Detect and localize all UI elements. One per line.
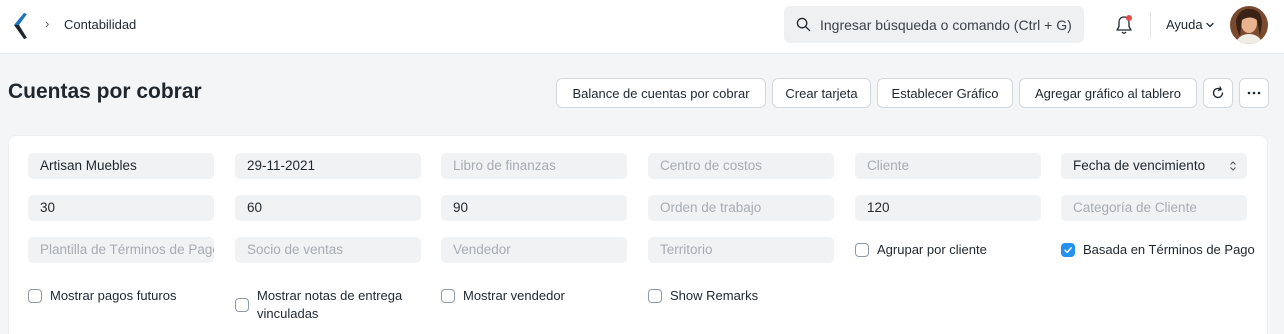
breadcrumb-contabilidad[interactable]: Contabilidad: [64, 17, 136, 32]
navbar-divider: [1150, 12, 1151, 38]
chevron-down-icon[interactable]: [1205, 20, 1215, 30]
more-options-button[interactable]: [1239, 78, 1269, 108]
balance-button[interactable]: Balance de cuentas por cobrar: [556, 78, 766, 108]
range3-filter[interactable]: 90: [441, 195, 627, 221]
search-placeholder: Ingresar búsqueda o comando (Ctrl + G): [820, 17, 1072, 33]
check-icon: [1064, 247, 1072, 254]
refresh-icon: [1212, 86, 1224, 99]
show-sales-person-checkbox[interactable]: [441, 289, 455, 303]
select-arrows-icon: [1230, 161, 1236, 171]
show-remarks-checkbox[interactable]: [648, 289, 662, 303]
ageing-based-on-value: Fecha de vencimiento: [1073, 158, 1206, 173]
ageing-based-on-select[interactable]: Fecha de vencimiento: [1061, 153, 1247, 179]
company-filter[interactable]: Artisan Muebles: [28, 153, 214, 179]
payment-terms-template-filter[interactable]: Plantilla de Términos de Pago: [28, 237, 214, 263]
report-date-filter[interactable]: 29-11-2021: [235, 153, 421, 179]
customer-group-filter[interactable]: Categoría de Cliente: [1061, 195, 1247, 221]
based-on-payment-terms-checkbox[interactable]: [1061, 243, 1075, 257]
finance-book-filter[interactable]: Libro de finanzas: [441, 153, 627, 179]
work-order-filter[interactable]: Orden de trabajo: [648, 195, 834, 221]
group-by-customer-label: Agrupar por cliente: [877, 242, 987, 257]
help-menu[interactable]: Ayuda: [1166, 17, 1203, 32]
navbar: › Contabilidad Ingresar búsqueda o coman…: [0, 0, 1284, 54]
group-by-customer-checkbox[interactable]: [855, 243, 869, 257]
range2-filter[interactable]: 60: [235, 195, 421, 221]
add-chart-button[interactable]: Agregar gráfico al tablero: [1019, 78, 1197, 108]
show-future-payments-checkbox[interactable]: [28, 289, 42, 303]
set-chart-button[interactable]: Establecer Gráfico: [877, 78, 1013, 108]
ellipsis-icon: [1247, 91, 1261, 95]
page-title: Cuentas por cobrar: [8, 80, 202, 103]
show-sales-person-label: Mostrar vendedor: [463, 288, 565, 303]
cost-center-filter[interactable]: Centro de costos: [648, 153, 834, 179]
search-bar[interactable]: Ingresar búsqueda o comando (Ctrl + G): [784, 6, 1084, 43]
sales-partner-filter[interactable]: Socio de ventas: [235, 237, 421, 263]
based-on-payment-terms-label: Basada en Términos de Pago: [1083, 242, 1255, 257]
range4-filter[interactable]: 120: [855, 195, 1041, 221]
app-logo-icon[interactable]: [12, 12, 28, 40]
show-future-payments-label: Mostrar pagos futuros: [50, 288, 177, 303]
sales-person-filter[interactable]: Vendedor: [441, 237, 627, 263]
territory-filter[interactable]: Territorio: [648, 237, 834, 263]
refresh-button[interactable]: [1203, 78, 1233, 108]
notification-bell-icon[interactable]: [1114, 14, 1134, 36]
create-card-button[interactable]: Crear tarjeta: [772, 78, 871, 108]
range1-filter[interactable]: 30: [28, 195, 214, 221]
chevron-right-icon: ›: [45, 16, 50, 31]
customer-filter[interactable]: Cliente: [855, 153, 1041, 179]
user-avatar[interactable]: [1230, 6, 1268, 44]
show-remarks-label: Show Remarks: [670, 288, 759, 303]
show-delivery-notes-checkbox[interactable]: [235, 298, 249, 312]
show-delivery-notes-label: Mostrar notas de entrega vinculadas: [257, 288, 403, 321]
search-icon: [796, 17, 811, 32]
